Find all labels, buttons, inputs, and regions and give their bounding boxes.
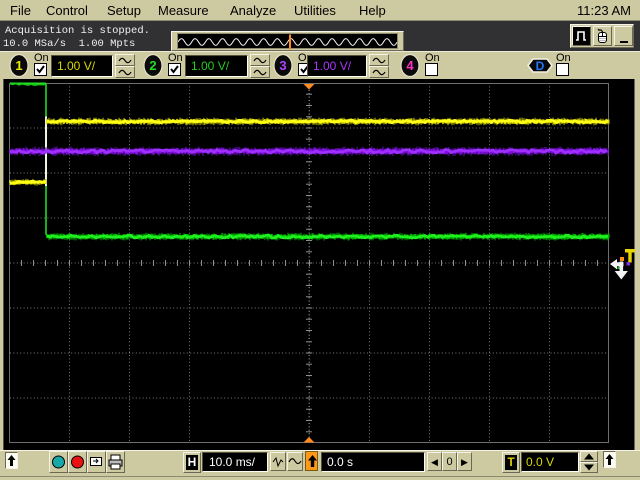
svg-text:2: 2 xyxy=(149,58,156,73)
svg-text:4: 4 xyxy=(406,58,414,73)
svg-text:D: D xyxy=(536,59,545,73)
svg-text:3: 3 xyxy=(279,58,286,73)
svg-text:1: 1 xyxy=(15,58,22,73)
